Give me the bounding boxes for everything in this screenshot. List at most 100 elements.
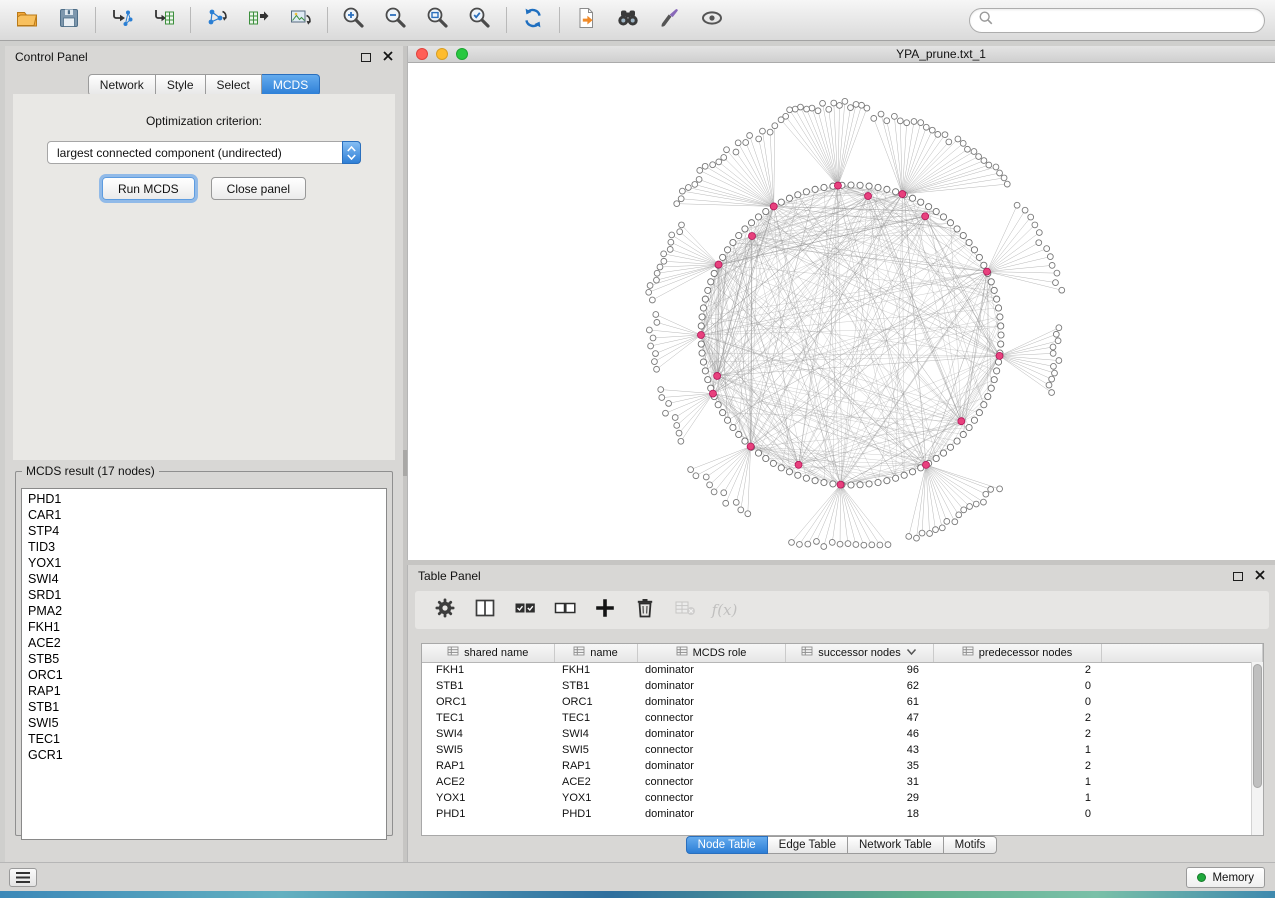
mcds-node-item[interactable]: SWI4 [28, 571, 386, 587]
table-cell[interactable]: connector [637, 710, 785, 726]
ring-node[interactable] [821, 184, 827, 190]
zoom-out-button[interactable] [375, 3, 417, 37]
tab-style[interactable]: Style [156, 74, 206, 96]
tab-mcds[interactable]: MCDS [262, 74, 320, 96]
close-panel-button[interactable]: Close panel [211, 177, 306, 200]
ring-node[interactable] [995, 359, 1001, 365]
leaf-node[interactable] [649, 297, 655, 303]
leaf-node[interactable] [654, 319, 660, 325]
leaf-node[interactable] [820, 100, 826, 106]
open-file-button[interactable] [6, 3, 48, 37]
leaf-node[interactable] [797, 542, 803, 548]
leaf-node[interactable] [967, 504, 973, 510]
table-cell[interactable]: YOX1 [554, 790, 637, 806]
leaf-node[interactable] [661, 251, 667, 257]
ring-node[interactable] [940, 214, 946, 220]
scrollbar-thumb[interactable] [1253, 664, 1262, 788]
column-header-shared-name[interactable]: shared name [422, 644, 554, 662]
leaf-node[interactable] [1052, 370, 1058, 376]
ring-node[interactable] [933, 208, 939, 214]
table-cell[interactable]: 2 [933, 710, 1101, 726]
table-row[interactable]: FKH1FKH1dominator962 [422, 662, 1263, 678]
ring-node[interactable] [702, 368, 708, 374]
ring-node[interactable] [795, 192, 801, 198]
table-cell[interactable]: RAP1 [422, 758, 554, 774]
ring-node[interactable] [981, 262, 987, 268]
ring-node[interactable] [995, 305, 1001, 311]
zoom-selected-button[interactable] [459, 3, 501, 37]
leaf-node[interactable] [693, 473, 699, 479]
tab-edge-table[interactable]: Edge Table [768, 836, 848, 854]
column-header-predecessor-nodes[interactable]: predecessor nodes [933, 644, 1101, 662]
leaf-node[interactable] [935, 131, 941, 137]
leaf-node[interactable] [650, 335, 656, 341]
leaf-node[interactable] [721, 490, 727, 496]
mcds-result-list[interactable]: PHD1CAR1STP4TID3YOX1SWI4SRD1PMA2FKH1ACE2… [21, 488, 387, 840]
leaf-node[interactable] [678, 438, 684, 444]
ring-node[interactable] [893, 475, 899, 481]
ring-node[interactable] [720, 410, 726, 416]
ring-node[interactable] [909, 195, 915, 201]
leaf-node[interactable] [1028, 214, 1034, 220]
tab-network[interactable]: Network [88, 74, 156, 96]
leaf-node[interactable] [702, 163, 708, 169]
export-network-button[interactable] [565, 3, 607, 37]
ring-node[interactable] [985, 393, 991, 399]
leaf-node[interactable] [837, 541, 843, 547]
refresh-view-button[interactable] [512, 3, 554, 37]
export-image-button[interactable] [280, 3, 322, 37]
leaf-node[interactable] [918, 120, 924, 126]
float-panel-icon[interactable] [361, 53, 371, 62]
leaf-node[interactable] [973, 501, 979, 507]
leaf-node[interactable] [878, 111, 884, 117]
leaf-node[interactable] [646, 289, 652, 295]
leaf-node[interactable] [711, 489, 717, 495]
status-menu-button[interactable] [9, 868, 37, 887]
leaf-node[interactable] [646, 327, 652, 333]
leaf-node[interactable] [952, 519, 958, 525]
table-cell[interactable]: TEC1 [554, 710, 637, 726]
leaf-node[interactable] [897, 118, 903, 124]
ring-node[interactable] [786, 469, 792, 475]
ring-node[interactable] [778, 465, 784, 471]
leaf-node[interactable] [679, 188, 685, 194]
ring-node[interactable] [755, 450, 761, 456]
ring-node[interactable] [812, 186, 818, 192]
leaf-node[interactable] [864, 105, 870, 111]
leaf-node[interactable] [997, 486, 1003, 492]
ring-node[interactable] [966, 239, 972, 245]
column-header-MCDS-role[interactable]: MCDS role [637, 644, 785, 662]
ring-node[interactable] [755, 214, 761, 220]
table-cell[interactable]: dominator [637, 662, 785, 678]
leaf-node[interactable] [667, 247, 673, 253]
select-all-button[interactable] [511, 597, 538, 624]
table-cell[interactable]: 1 [933, 790, 1101, 806]
mcds-node[interactable] [922, 213, 929, 220]
table-cell[interactable]: dominator [637, 678, 785, 694]
tab-motifs[interactable]: Motifs [944, 836, 998, 854]
leaf-node[interactable] [723, 500, 729, 506]
ring-node[interactable] [976, 254, 982, 260]
leaf-node[interactable] [703, 474, 709, 480]
leaf-node[interactable] [981, 499, 987, 505]
leaf-node[interactable] [756, 136, 762, 142]
ring-node[interactable] [786, 195, 792, 201]
leaf-node[interactable] [1046, 382, 1052, 388]
tab-network-table[interactable]: Network Table [848, 836, 944, 854]
leaf-node[interactable] [1036, 240, 1042, 246]
settings-button[interactable] [431, 597, 458, 624]
table-cell[interactable]: YOX1 [422, 790, 554, 806]
export-table-button[interactable] [238, 3, 280, 37]
leaf-node[interactable] [848, 105, 854, 111]
table-cell[interactable]: dominator [637, 806, 785, 822]
table-row[interactable]: SWI5SWI5connector431 [422, 742, 1263, 758]
mcds-node-item[interactable]: SWI5 [28, 715, 386, 731]
table-cell[interactable]: 61 [785, 694, 933, 710]
leaf-node[interactable] [789, 540, 795, 546]
leaf-node[interactable] [676, 430, 682, 436]
leaf-node[interactable] [733, 149, 739, 155]
leaf-node[interactable] [679, 222, 685, 228]
table-cell[interactable]: STB1 [554, 678, 637, 694]
mcds-node[interactable] [923, 461, 930, 468]
leaf-node[interactable] [668, 239, 674, 245]
